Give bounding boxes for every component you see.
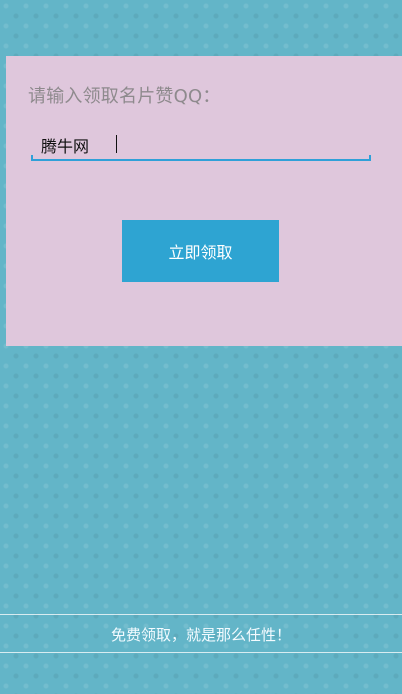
footer-divider-bottom: [0, 652, 402, 653]
footer-message: 免费领取，就是那么任性！: [110, 626, 291, 644]
claim-now-button[interactable]: 立即领取: [122, 220, 279, 282]
input-underline: [31, 155, 371, 161]
text-cursor: [116, 135, 117, 153]
qq-input-label: 请输入领取名片赞QQ：: [28, 86, 221, 107]
claim-form-card: 请输入领取名片赞QQ： 立即领取: [6, 56, 402, 346]
qq-input-wrapper: [31, 132, 371, 162]
qq-number-input[interactable]: [31, 132, 371, 158]
footer-divider-top: [0, 614, 402, 615]
top-background-strip: [0, 0, 402, 56]
